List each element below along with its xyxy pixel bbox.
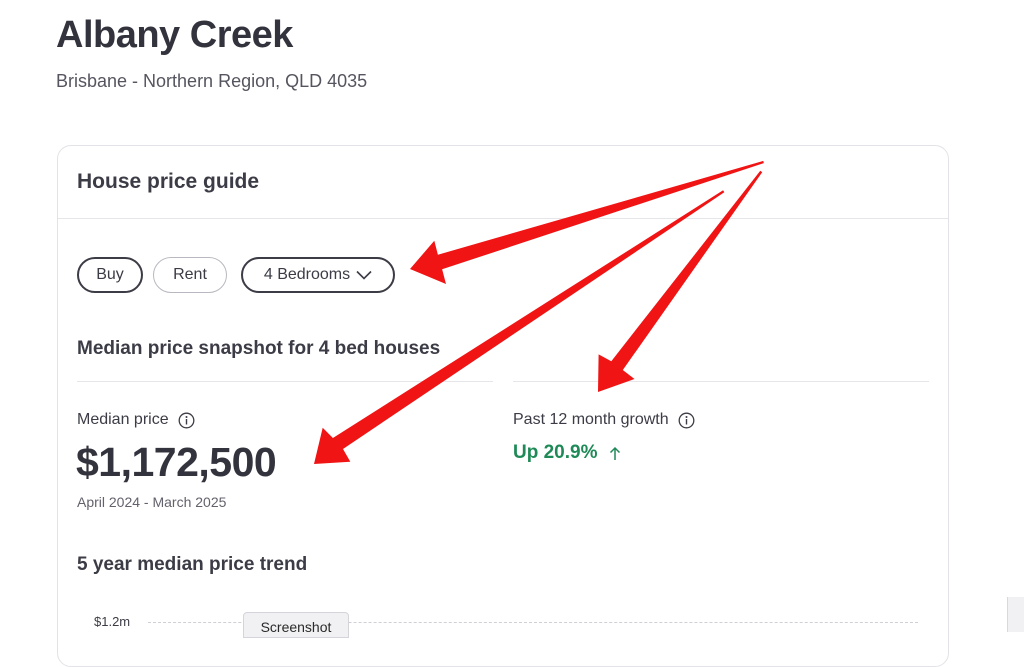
growth-label-text: Past 12 month growth bbox=[513, 411, 669, 428]
median-price-label: Median price bbox=[77, 411, 195, 429]
divider bbox=[77, 381, 493, 382]
card-title: House price guide bbox=[77, 170, 260, 193]
chevron-down-icon bbox=[356, 270, 372, 280]
rent-button[interactable]: Rent bbox=[153, 257, 227, 293]
info-icon[interactable] bbox=[178, 412, 195, 429]
median-price-value: $1,172,500 bbox=[76, 439, 277, 485]
snapshot-title: Median price snapshot for 4 bed houses bbox=[77, 338, 441, 359]
growth-value: Up 20.9% bbox=[513, 442, 621, 464]
divider bbox=[513, 381, 929, 382]
trend-title: 5 year median price trend bbox=[77, 554, 308, 575]
median-price-label-text: Median price bbox=[77, 411, 169, 428]
buy-label: Buy bbox=[96, 266, 124, 283]
growth-value-text: Up 20.9% bbox=[513, 442, 598, 463]
house-price-guide-card: House price guide Buy Rent 4 Bedrooms Me… bbox=[57, 145, 949, 667]
window-edge-fragment bbox=[1007, 597, 1024, 632]
growth-label: Past 12 month growth bbox=[513, 411, 695, 429]
chart-y-tick-label: $1.2m bbox=[94, 614, 131, 629]
rent-label: Rent bbox=[173, 266, 207, 283]
arrow-up-icon bbox=[609, 446, 621, 461]
bedrooms-dropdown[interactable]: 4 Bedrooms bbox=[241, 257, 395, 293]
info-icon[interactable] bbox=[678, 412, 695, 429]
page-subtitle: Brisbane - Northern Region, QLD 4035 bbox=[56, 71, 368, 91]
card-divider bbox=[58, 218, 948, 219]
buy-button[interactable]: Buy bbox=[77, 257, 143, 293]
page-title: Albany Creek bbox=[56, 14, 293, 56]
median-price-period: April 2024 - March 2025 bbox=[77, 494, 227, 510]
bedrooms-label: 4 Bedrooms bbox=[263, 266, 351, 283]
screenshot-tooltip: Screenshot bbox=[243, 612, 349, 638]
